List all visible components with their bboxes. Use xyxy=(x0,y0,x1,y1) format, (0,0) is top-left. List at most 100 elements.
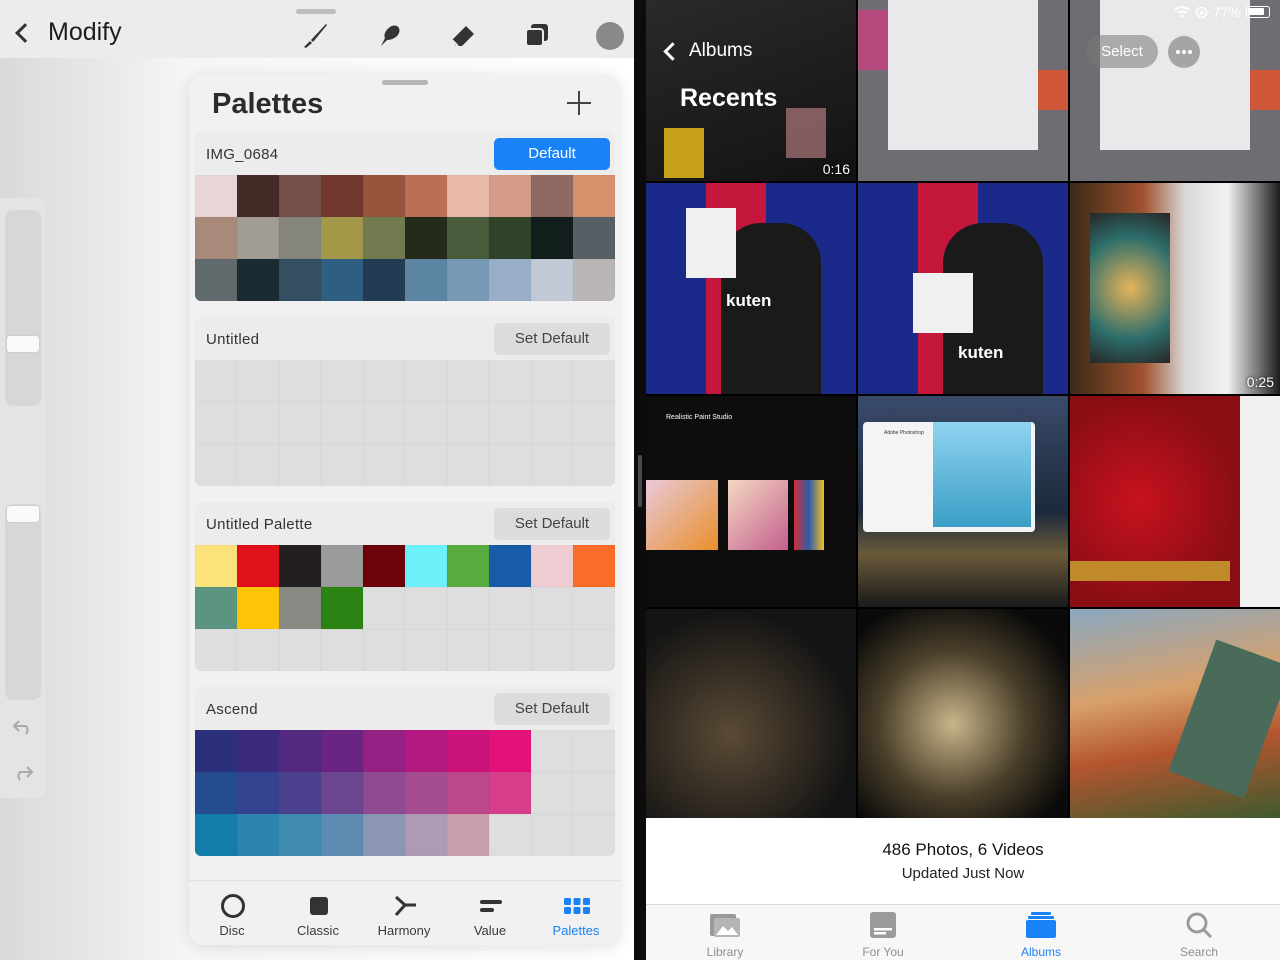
color-swatch[interactable] xyxy=(573,730,615,772)
color-swatch[interactable] xyxy=(321,175,363,217)
photo-thumbnail[interactable] xyxy=(858,0,1068,181)
color-swatch[interactable] xyxy=(405,175,447,217)
photo-thumbnail[interactable]: kuten xyxy=(858,183,1068,394)
color-swatch[interactable] xyxy=(321,444,363,486)
color-swatch[interactable] xyxy=(405,402,447,444)
color-swatch[interactable] xyxy=(321,730,363,772)
photo-thumbnail[interactable]: kuten xyxy=(646,183,856,394)
color-swatch[interactable] xyxy=(531,545,573,587)
color-swatch[interactable] xyxy=(195,730,237,772)
color-swatch[interactable] xyxy=(531,360,573,402)
color-swatch[interactable] xyxy=(489,444,531,486)
color-swatch[interactable] xyxy=(531,217,573,259)
add-palette-icon[interactable] xyxy=(567,91,591,115)
color-swatch[interactable] xyxy=(489,587,531,629)
color-swatch[interactable] xyxy=(573,360,615,402)
color-swatch[interactable] xyxy=(363,402,405,444)
color-swatch[interactable] xyxy=(531,259,573,301)
color-swatch[interactable] xyxy=(531,402,573,444)
color-swatch[interactable] xyxy=(321,360,363,402)
color-swatch[interactable] xyxy=(237,402,279,444)
color-swatch[interactable] xyxy=(279,360,321,402)
color-swatch[interactable] xyxy=(447,545,489,587)
color-swatch[interactable] xyxy=(447,175,489,217)
color-swatch[interactable] xyxy=(489,772,531,814)
swatch-grid[interactable] xyxy=(195,730,615,856)
color-swatch[interactable] xyxy=(237,629,279,671)
brush-size-slider[interactable] xyxy=(5,210,41,406)
color-swatch[interactable] xyxy=(279,814,321,856)
color-swatch[interactable] xyxy=(489,360,531,402)
redo-icon[interactable] xyxy=(12,764,34,782)
color-swatch[interactable] xyxy=(279,444,321,486)
color-swatch[interactable] xyxy=(279,629,321,671)
tab-search[interactable]: Search xyxy=(1120,905,1278,960)
color-swatch[interactable] xyxy=(321,587,363,629)
color-swatch[interactable] xyxy=(447,360,489,402)
tab-harmony[interactable]: Harmony xyxy=(361,881,447,945)
color-swatch[interactable] xyxy=(573,402,615,444)
color-swatch[interactable] xyxy=(321,217,363,259)
set-default-button[interactable]: Set Default xyxy=(494,693,610,725)
color-swatch[interactable] xyxy=(573,587,615,629)
color-swatch[interactable] xyxy=(573,259,615,301)
color-swatch[interactable] xyxy=(489,217,531,259)
color-swatch[interactable] xyxy=(321,772,363,814)
panel-grabber[interactable] xyxy=(382,80,428,85)
color-swatch[interactable] xyxy=(195,402,237,444)
color-swatch[interactable] xyxy=(573,814,615,856)
color-swatch[interactable] xyxy=(573,175,615,217)
brush-icon[interactable] xyxy=(300,20,330,50)
color-swatch[interactable] xyxy=(237,772,279,814)
color-swatch[interactable] xyxy=(489,259,531,301)
photo-thumbnail[interactable] xyxy=(1070,609,1280,818)
color-swatch[interactable] xyxy=(363,360,405,402)
color-swatch[interactable] xyxy=(237,814,279,856)
photo-thumbnail[interactable] xyxy=(1070,0,1280,181)
color-swatch[interactable] xyxy=(195,444,237,486)
color-swatch[interactable] xyxy=(237,217,279,259)
palette-card[interactable]: IMG_0684 Default xyxy=(195,132,615,301)
color-swatch[interactable] xyxy=(195,217,237,259)
color-swatch[interactable] xyxy=(489,629,531,671)
brush-size-thumb[interactable] xyxy=(6,335,40,353)
color-swatch[interactable] xyxy=(489,814,531,856)
tab-classic[interactable]: Classic xyxy=(275,881,361,945)
color-swatch[interactable] xyxy=(447,772,489,814)
color-swatch[interactable] xyxy=(363,444,405,486)
color-swatch[interactable] xyxy=(363,814,405,856)
swatch-grid[interactable] xyxy=(195,545,615,671)
tab-albums[interactable]: Albums xyxy=(962,905,1120,960)
color-swatch[interactable] xyxy=(573,545,615,587)
photo-thumbnail[interactable] xyxy=(858,609,1068,818)
color-swatch[interactable] xyxy=(405,545,447,587)
color-swatch[interactable] xyxy=(195,175,237,217)
undo-icon[interactable] xyxy=(12,718,34,736)
color-swatch[interactable] xyxy=(573,772,615,814)
photo-thumbnail[interactable]: 0:25 xyxy=(1070,183,1280,394)
color-swatch[interactable] xyxy=(321,629,363,671)
tab-value[interactable]: Value xyxy=(447,881,533,945)
palette-card[interactable]: Untitled Set Default xyxy=(195,317,615,486)
color-swatch[interactable] xyxy=(489,545,531,587)
color-swatch[interactable] xyxy=(405,587,447,629)
color-swatch[interactable] xyxy=(447,730,489,772)
opacity-thumb[interactable] xyxy=(6,505,40,523)
color-swatch[interactable] xyxy=(363,772,405,814)
color-swatch[interactable] xyxy=(405,360,447,402)
color-swatch[interactable] xyxy=(489,402,531,444)
color-swatch[interactable] xyxy=(405,629,447,671)
color-swatch[interactable] xyxy=(363,175,405,217)
color-swatch[interactable] xyxy=(363,730,405,772)
set-default-button[interactable]: Set Default xyxy=(494,508,610,540)
current-color-button[interactable] xyxy=(596,22,624,50)
palette-card[interactable]: Ascend Set Default xyxy=(195,687,615,856)
color-swatch[interactable] xyxy=(531,730,573,772)
color-swatch[interactable] xyxy=(321,259,363,301)
tab-disc[interactable]: Disc xyxy=(189,881,275,945)
color-swatch[interactable] xyxy=(195,814,237,856)
color-swatch[interactable] xyxy=(279,259,321,301)
modify-back-button[interactable]: Modify xyxy=(12,18,122,47)
color-swatch[interactable] xyxy=(279,217,321,259)
color-swatch[interactable] xyxy=(447,814,489,856)
